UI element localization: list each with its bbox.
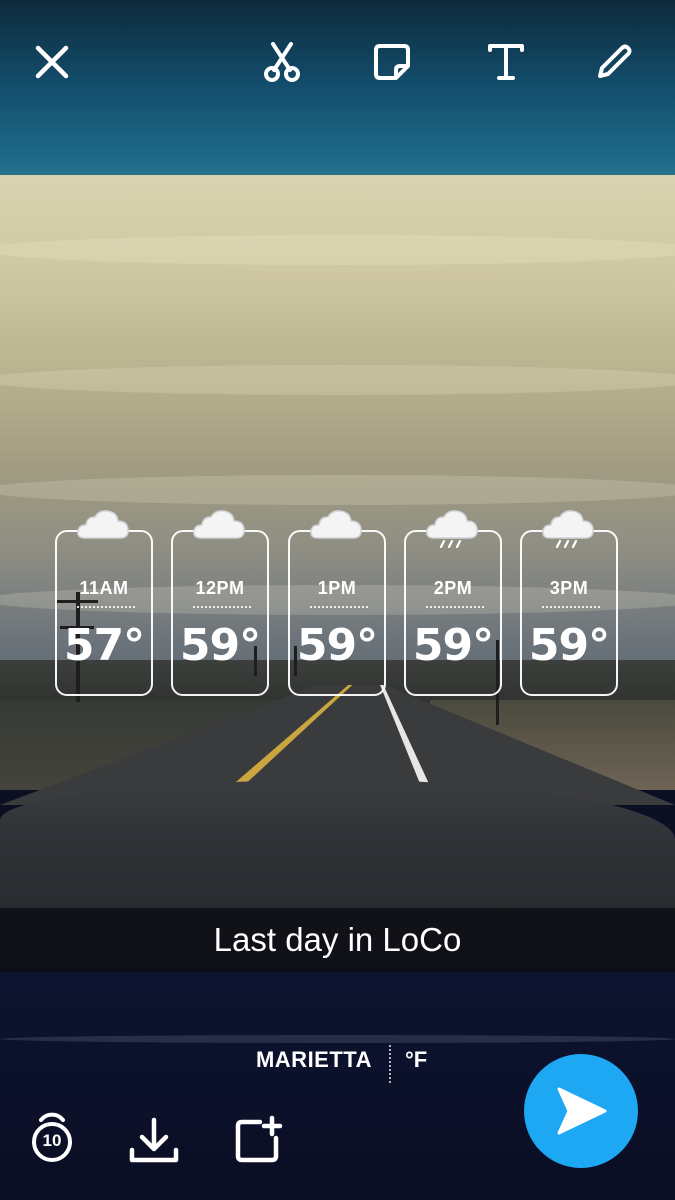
cloud-icon (77, 510, 129, 539)
timer-button[interactable]: 10 (24, 1112, 80, 1168)
forecast-temperature: 59° (296, 620, 378, 671)
close-button[interactable] (28, 38, 76, 86)
caption-text: Last day in LoCo (213, 921, 462, 958)
send-button[interactable] (524, 1054, 638, 1168)
text-icon (488, 44, 524, 80)
weather-card: 12PM 59° (171, 510, 269, 696)
add-to-story-button[interactable] (230, 1112, 286, 1168)
weather-card: 2PM 59° (404, 510, 502, 696)
timer-value: 10 (42, 1131, 62, 1150)
card-divider (310, 606, 368, 608)
close-icon (35, 45, 69, 79)
scissors-icon (264, 42, 300, 82)
cloud-icon (193, 510, 245, 539)
weather-card: 11AM 57° (55, 510, 153, 696)
card-divider (77, 606, 135, 608)
weather-card: 3PM 59° (520, 510, 618, 696)
card-divider (193, 606, 251, 608)
temperature-unit: °F (405, 1047, 428, 1072)
caption-bar[interactable]: Last day in LoCo (0, 908, 675, 972)
location-city: MARIETTA (255, 1047, 372, 1072)
forecast-hour: 3PM (549, 578, 589, 598)
forecast-temperature: 59° (528, 620, 610, 671)
forecast-hour: 11AM (79, 578, 129, 598)
download-icon (129, 1117, 179, 1163)
save-button[interactable] (126, 1112, 182, 1168)
dashboard-edge (0, 1035, 675, 1043)
rain-cloud-icon (542, 510, 594, 548)
sticker-icon (374, 44, 410, 80)
rain-cloud-icon (426, 510, 478, 548)
add-to-story-icon (235, 1115, 283, 1163)
forecast-hour: 1PM (317, 578, 357, 598)
pencil-button[interactable] (590, 38, 638, 86)
location-divider (389, 1045, 391, 1083)
pencil-icon (598, 44, 632, 78)
sticker-button[interactable] (368, 38, 416, 86)
dark-sky (0, 0, 675, 200)
forecast-temperature: 59° (179, 620, 261, 671)
card-divider (426, 606, 484, 608)
weather-card: 1PM 59° (288, 510, 386, 696)
scissors-button[interactable] (258, 38, 306, 86)
text-button[interactable] (482, 38, 530, 86)
send-icon (557, 1087, 607, 1135)
cloud-icon (310, 510, 362, 539)
forecast-temperature: 57° (63, 620, 145, 671)
forecast-hour: 12PM (195, 578, 245, 598)
forecast-temperature: 59° (412, 620, 494, 671)
forecast-hour: 2PM (433, 578, 473, 598)
card-divider (542, 606, 600, 608)
